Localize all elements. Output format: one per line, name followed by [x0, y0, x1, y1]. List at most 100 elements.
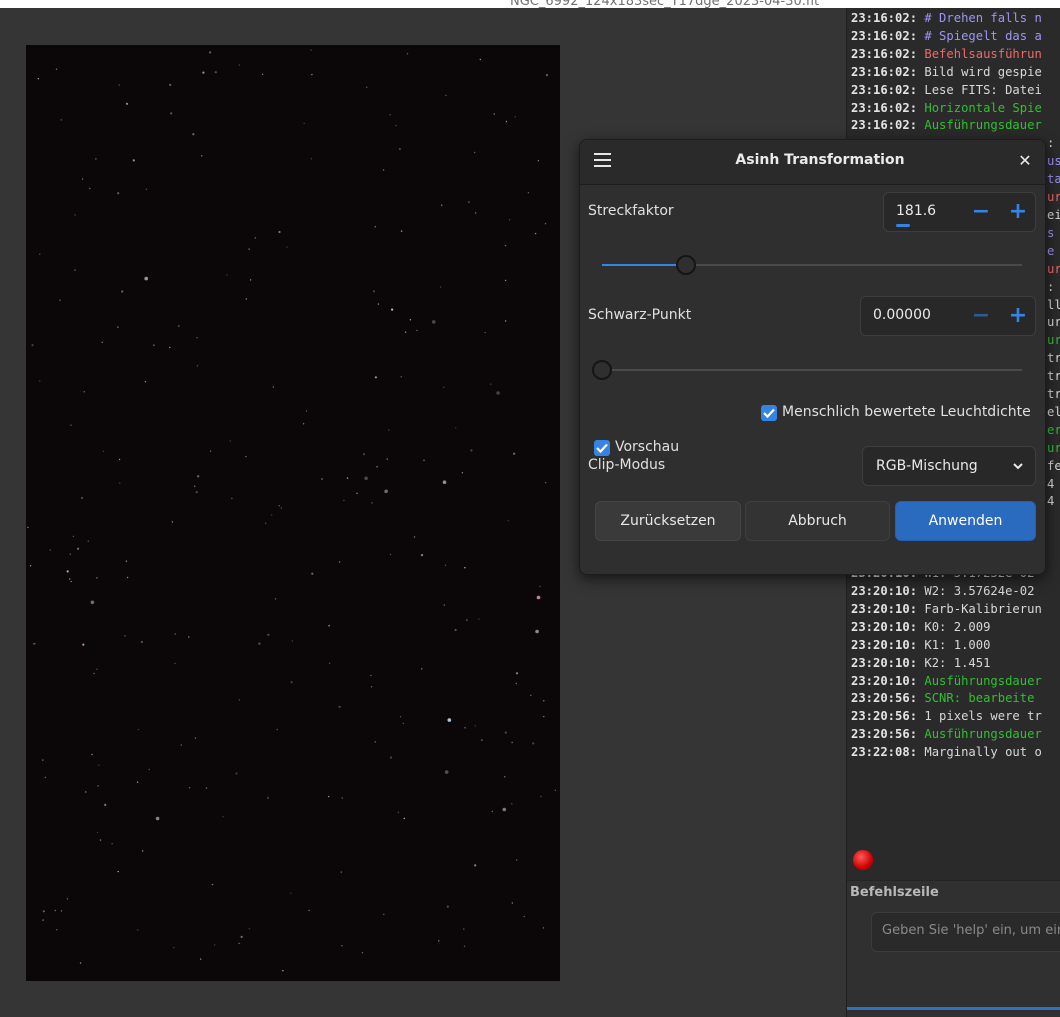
star — [81, 178, 84, 180]
log-text: ur — [1047, 440, 1060, 455]
star — [42, 910, 45, 913]
checkmark-icon — [596, 443, 608, 454]
log-line: 23:22:08: Marginally out o — [851, 744, 1060, 762]
star — [406, 53, 409, 55]
log-text: Marginally out o — [917, 745, 1042, 760]
star — [540, 795, 542, 798]
stretch-factor-spinbox[interactable]: 181.6 − + — [883, 192, 1036, 232]
clip-mode-label: Clip-Modus — [588, 457, 666, 473]
clip-mode-select[interactable]: RGB-Mischung — [862, 446, 1036, 486]
chevron-down-icon — [1013, 463, 1023, 470]
star — [89, 187, 91, 190]
star — [126, 576, 129, 579]
star — [286, 246, 288, 248]
star — [470, 449, 473, 452]
log-timestamp: 23:20:56: — [851, 691, 918, 706]
command-input[interactable]: Geben Sie 'help' ein, um eine Liste zu e… — [871, 912, 1060, 952]
asinh-dialog: Asinh Transformation ✕ Streckfaktor 181.… — [579, 139, 1046, 575]
log-text: ur — [1047, 261, 1060, 276]
star — [117, 870, 119, 873]
black-decrement-button[interactable]: − — [962, 297, 1000, 335]
star — [302, 423, 305, 425]
star — [74, 269, 76, 271]
star — [389, 756, 392, 759]
astro-image[interactable] — [26, 45, 560, 981]
apply-button[interactable]: Anwenden — [895, 501, 1036, 541]
log-line: 23:20:10: Ausführungsdauer — [851, 673, 1060, 691]
cancel-button[interactable]: Abbruch — [745, 501, 890, 541]
star — [481, 739, 483, 741]
star — [96, 668, 98, 670]
star — [346, 477, 349, 479]
star — [39, 380, 41, 382]
star — [177, 324, 180, 328]
reset-button[interactable]: Zurücksetzen — [595, 501, 741, 541]
preview-label[interactable]: Vorschau — [615, 439, 679, 455]
black-point-spinbox[interactable]: 0.00000 − + — [860, 296, 1036, 336]
star — [192, 133, 195, 136]
star — [391, 308, 394, 311]
star — [34, 643, 36, 645]
star — [397, 811, 399, 814]
stretch-decrement-button[interactable]: − — [962, 193, 1000, 231]
star — [267, 633, 270, 636]
black-point-value[interactable]: 0.00000 — [873, 307, 931, 323]
star — [461, 472, 464, 474]
log-timestamp: 23:20:10: — [851, 673, 918, 688]
log-line: 23:20:56: SCNR: bearbeite — [851, 690, 1060, 708]
star — [366, 86, 368, 88]
black-slider-knob[interactable] — [592, 360, 612, 380]
star — [377, 303, 380, 305]
log-line: 23:16:02: Befehlsausführun — [851, 46, 1060, 64]
star — [49, 549, 51, 551]
log-text: Ausführungsdauer — [917, 118, 1042, 133]
star — [77, 547, 80, 550]
star — [478, 618, 480, 620]
star — [308, 909, 310, 912]
star — [328, 795, 330, 798]
star — [153, 344, 155, 346]
human-luminance-checkbox[interactable] — [761, 405, 777, 421]
star — [29, 565, 32, 567]
black-increment-button[interactable]: + — [999, 297, 1037, 335]
log-timestamp: 23:20:10: — [851, 619, 918, 634]
star — [199, 958, 202, 960]
star — [454, 628, 457, 632]
star — [343, 499, 345, 502]
star — [174, 662, 176, 665]
star — [443, 386, 445, 388]
star — [171, 521, 174, 523]
star — [504, 731, 507, 734]
star — [542, 927, 545, 929]
star — [474, 725, 476, 727]
star — [446, 905, 449, 908]
log-line: 23:16:02: Horizontale Spie — [851, 100, 1060, 118]
close-icon[interactable]: ✕ — [1015, 151, 1035, 171]
stretch-slider-knob[interactable] — [676, 255, 696, 275]
preview-checkbox[interactable] — [594, 440, 610, 456]
log-text: : — [1047, 136, 1055, 151]
stretch-factor-value[interactable]: 181.6 — [896, 203, 936, 219]
star — [374, 226, 376, 228]
star — [137, 728, 140, 731]
star — [421, 668, 423, 670]
star — [276, 728, 278, 731]
star — [515, 672, 519, 675]
star — [31, 344, 34, 347]
star — [455, 427, 457, 429]
text-cursor — [896, 224, 910, 227]
star — [214, 944, 216, 946]
human-luminance-label[interactable]: Menschlich bewertete Leuchtdichte — [782, 404, 1031, 420]
star — [245, 455, 247, 458]
log-text: Ausführungsdauer — [917, 673, 1042, 688]
star — [271, 514, 273, 516]
log-text: # Drehen falls n — [917, 11, 1042, 25]
star — [395, 125, 397, 127]
log-timestamp: 23:20:10: — [851, 637, 918, 652]
black-slider-track[interactable] — [602, 369, 1022, 371]
star — [383, 913, 385, 916]
star — [389, 553, 392, 556]
stretch-increment-button[interactable]: + — [999, 193, 1037, 231]
log-text: K0: 2.009 — [917, 619, 991, 634]
log-text: 4 — [1047, 494, 1055, 509]
